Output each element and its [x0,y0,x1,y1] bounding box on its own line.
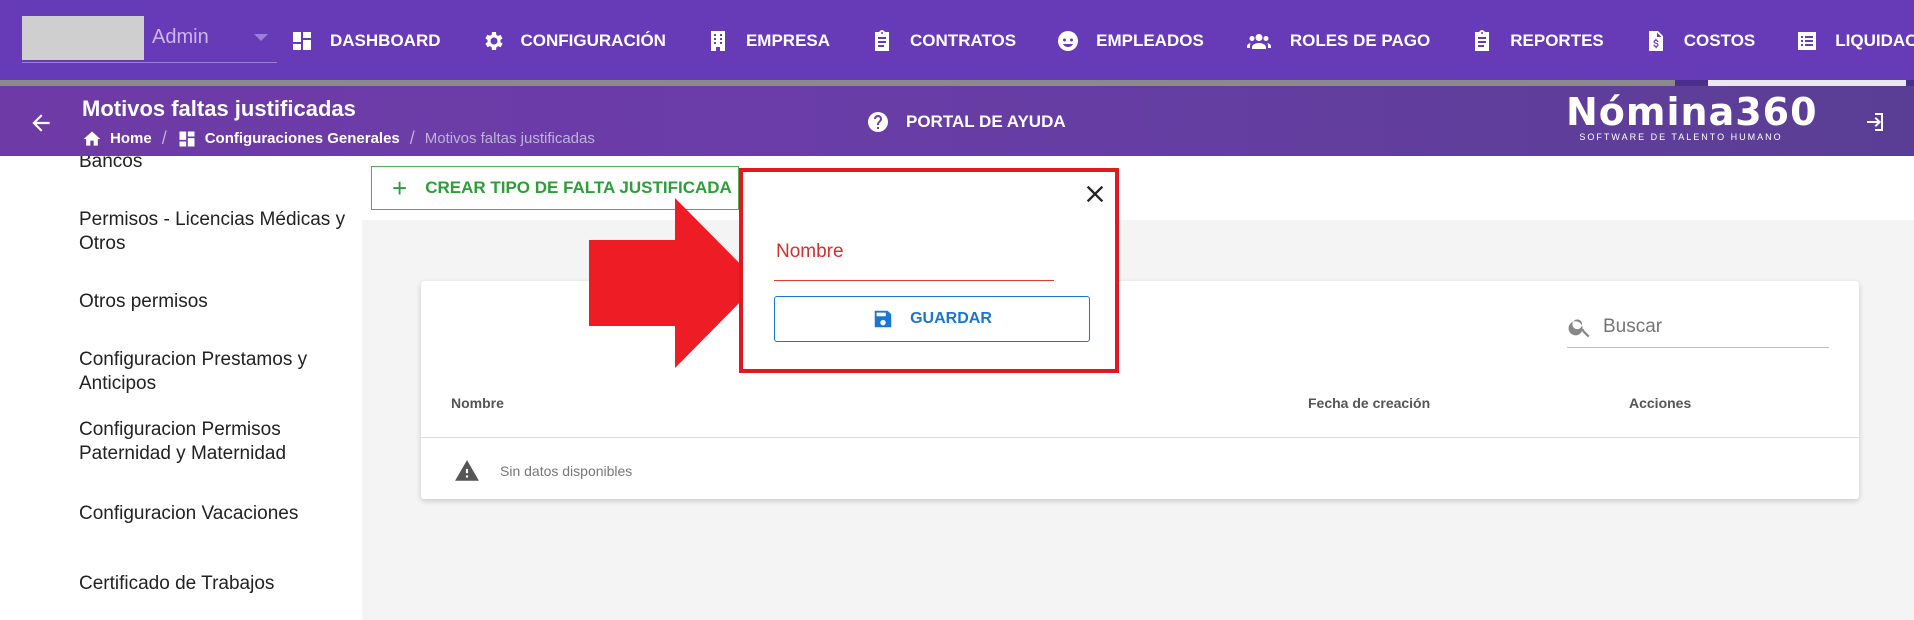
page-title: Motivos faltas justificadas [82,96,356,121]
caret-down-icon[interactable] [254,34,268,41]
nav-item-liquidaciones[interactable]: LIQUIDACIONES [1795,29,1914,53]
face-icon [1058,31,1079,51]
breadcrumb-separator: / [409,128,415,148]
save-button[interactable]: GUARDAR [774,296,1090,342]
brand-tagline: SOFTWARE DE TALENTO HUMANO [1579,131,1783,142]
top-navigation-bar: Admin DASHBOARD CONFIGURACIÓN EMPRESA CO… [0,0,1914,82]
nav-item-label: REPORTES [1510,31,1604,50]
user-name: Admin [152,26,209,48]
nav-item-label: CONTRATOS [910,31,1017,50]
page-header: Motivos faltas justificadas Home / Confi… [0,86,1914,156]
search-icon [1568,319,1590,338]
sidebar-item-certificado-trabajos[interactable]: Certificado de Trabajos [79,572,362,596]
breadcrumb-current: Motivos faltas justificadas [424,130,595,147]
search-field[interactable] [1567,307,1829,348]
help-circle-icon [868,112,888,132]
nav-item-reportes[interactable]: REPORTES [1470,29,1604,53]
brand-logo: Nómina360 SOFTWARE DE TALENTO HUMANO [1566,90,1818,142]
nav-item-label: DASHBOARD [330,31,441,50]
column-header-nombre[interactable]: Nombre [451,395,504,411]
gear-icon [484,32,503,50]
sidebar: Bancos Permisos - Licencias Médicas y Ot… [0,156,362,620]
nav-item-label: CONFIGURACIÓN [520,31,666,50]
close-icon[interactable] [1081,180,1109,208]
nav-item-label: COSTOS [1683,31,1756,50]
sidebar-item-vacaciones[interactable]: Configuracion Vacaciones [79,502,362,526]
people-icon [1246,34,1271,49]
invoice-dollar-icon [1648,31,1663,51]
annotation-arrow [589,198,759,368]
warning-icon [455,460,479,481]
breadcrumb-label: Configuraciones Generales [204,130,400,147]
nav-item-roles-de-pago[interactable]: ROLES DE PAGO [1244,29,1430,53]
breadcrumb: Home / Configuraciones Generales / Motiv… [82,128,595,149]
breadcrumb-section[interactable]: Configuraciones Generales [177,129,400,149]
back-arrow-icon[interactable] [28,110,54,136]
sidebar-item-bancos[interactable]: Bancos [79,156,362,174]
nav-item-dashboard[interactable]: DASHBOARD [290,29,441,53]
clipboard-icon [875,30,890,51]
search-input[interactable] [1601,315,1805,339]
nav-item-empleados[interactable]: EMPLEADOS [1056,29,1204,53]
help-label: PORTAL DE AYUDA [906,112,1066,131]
nav-item-configuracion[interactable]: CONFIGURACIÓN [481,29,666,53]
breadcrumb-label: Home [110,130,152,147]
nombre-input[interactable] [774,240,1048,264]
main-nav: DASHBOARD CONFIGURACIÓN EMPRESA CONTRATO… [290,0,1914,82]
sidebar-item-paternidad-maternidad[interactable]: Configuracion Permisos Paternidad y Mate… [79,418,362,466]
dashboard-icon [293,32,311,50]
table-divider [421,437,1859,438]
save-button-label: GUARDAR [910,310,992,327]
sidebar-item-permisos-licencias[interactable]: Permisos - Licencias Médicas y Otros [79,208,362,256]
breadcrumb-home[interactable]: Home [82,129,152,149]
clipboard-icon [1475,30,1490,51]
logout-icon[interactable] [1862,110,1886,134]
dashboard-icon [179,131,195,146]
plus-icon: + [392,173,408,203]
breadcrumb-separator: / [161,128,167,148]
user-menu[interactable]: Admin [22,16,277,63]
nombre-field[interactable] [774,232,1054,281]
list-icon [1798,32,1817,50]
user-avatar [22,16,144,60]
create-dialog: GUARDAR [739,168,1119,373]
column-header-acciones: Acciones [1629,395,1692,411]
building-icon [710,31,725,51]
nav-item-label: ROLES DE PAGO [1289,31,1431,50]
home-icon [83,131,101,146]
sidebar-item-otros-permisos[interactable]: Otros permisos [79,290,362,314]
create-button-label: CREAR TIPO DE FALTA JUSTIFICADA [425,178,732,197]
brand-name: Nómina360 [1566,90,1818,134]
sidebar-item-prestamos-anticipos[interactable]: Configuracion Prestamos y Anticipos [79,348,362,396]
floppy-disk-icon [874,310,892,328]
help-portal-link[interactable]: PORTAL DE AYUDA [866,110,1066,134]
empty-state-row: Sin datos disponibles [452,458,632,484]
empty-state-message: Sin datos disponibles [500,463,633,479]
nav-item-contratos[interactable]: CONTRATOS [870,29,1016,53]
nav-item-label: EMPLEADOS [1096,31,1204,50]
nav-item-label: LIQUIDACIONES [1835,31,1914,50]
nav-item-empresa[interactable]: EMPRESA [706,29,830,53]
column-header-fecha-creacion[interactable]: Fecha de creación [1308,395,1430,411]
nav-item-label: EMPRESA [745,31,831,50]
nav-item-costos[interactable]: COSTOS [1644,29,1755,53]
